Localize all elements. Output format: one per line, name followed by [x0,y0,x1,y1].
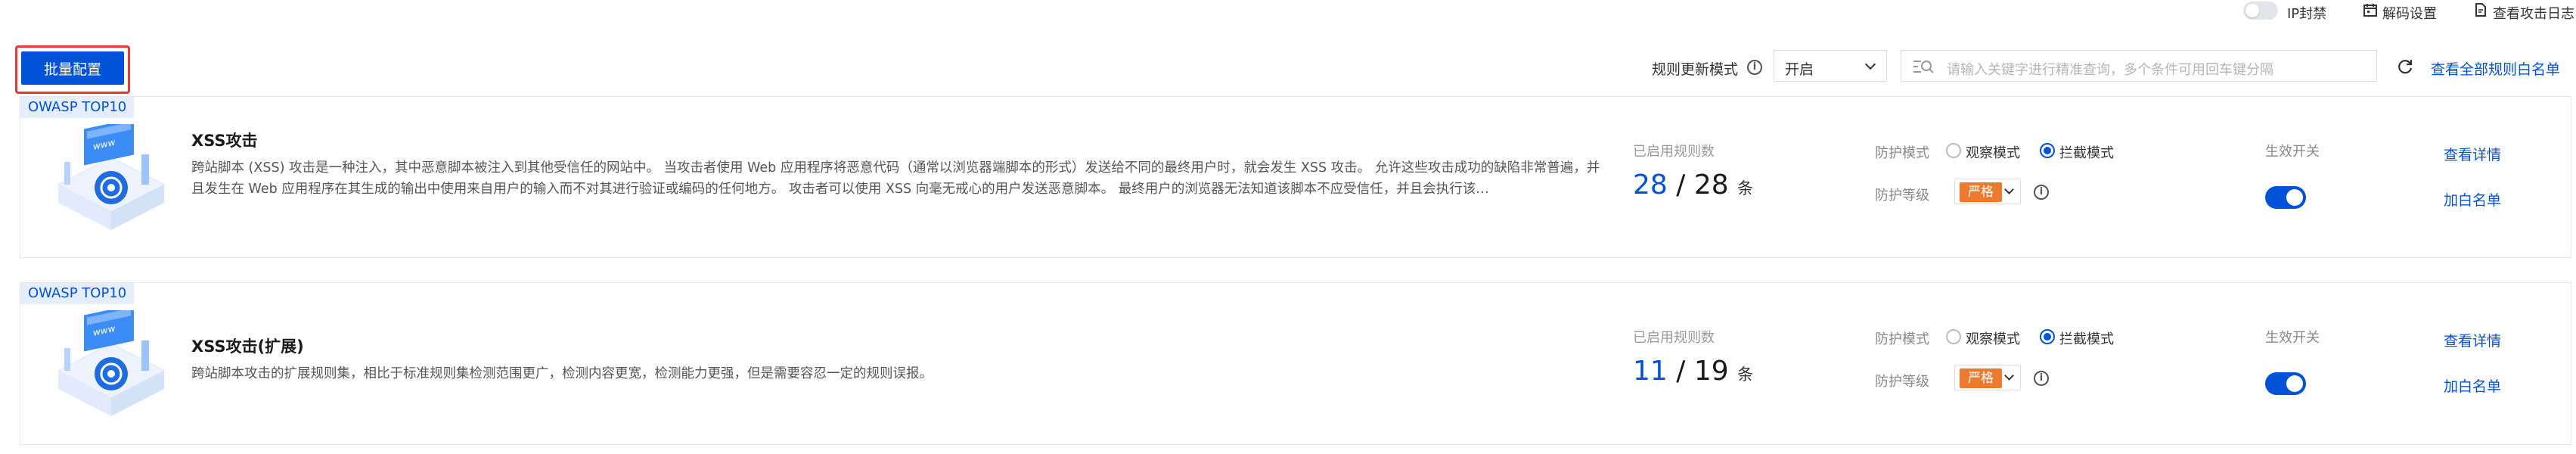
rule-card-xss: OWASP TOP10 www XSS攻击 跨站脚本 (XSS) 攻击是一种注入… [20,96,2571,258]
add-whitelist-link[interactable]: 加白名单 [2444,189,2501,210]
block-mode-radio[interactable] [2040,329,2055,344]
count-unit: 条 [1737,365,1754,384]
info-icon[interactable]: i [2034,371,2049,386]
view-details-link[interactable]: 查看详情 [2444,144,2501,164]
chevron-down-icon [2004,185,2014,194]
protect-level-select[interactable]: 严格 [1954,365,2021,390]
total-count: 19 [1693,356,1729,387]
block-mode-label[interactable]: 拦截模式 [2059,142,2114,162]
filter-search-icon [1913,61,1934,73]
enabled-rules-label: 已启用规则数 [1633,330,1715,346]
rule-update-mode-label: 规则更新模式 [1652,61,1739,78]
chevron-down-icon [1864,58,1876,70]
observe-mode-label[interactable]: 观察模式 [1966,328,2020,348]
add-whitelist-link[interactable]: 加白名单 [2444,375,2501,396]
observe-mode-label[interactable]: 观察模式 [1966,142,2020,162]
observe-mode-radio[interactable] [1946,143,1961,158]
protect-mode-label: 防护模式 [1875,331,1929,347]
rule-description: 跨站脚本攻击的扩展规则集，相比于标准规则集检测范围更广，检测内容更宽，检测能力更… [191,366,933,381]
protect-level-select[interactable]: 严格 [1954,179,2021,204]
search-input[interactable]: 请输入关键字进行精准查询，多个条件可用回车键分隔 [1901,50,2377,82]
log-document-icon[interactable] [2473,2,2488,17]
info-icon[interactable]: i [1747,60,1762,75]
rule-title: XSS攻击 [191,132,258,150]
observe-mode-radio[interactable] [1946,329,1961,344]
level-badge: 严格 [1960,182,2002,202]
switch-knob [2286,189,2303,206]
count-separator: / [1676,356,1686,387]
block-mode-radio[interactable] [2040,143,2055,158]
refresh-icon[interactable] [2396,58,2414,76]
owasp-tag: OWASP TOP10 [20,97,135,118]
rule-description: 跨站脚本 (XSS) 攻击是一种注入，其中恶意脚本被注入到其他受信任的网站中。 … [191,160,1600,197]
toggle-knob [2245,4,2259,17]
rule-title: XSS攻击(扩展) [191,337,304,356]
count-separator: / [1676,169,1686,201]
web-shield-illustration-icon: www [57,124,166,230]
effective-switch-label: 生效开关 [2265,330,2320,346]
enabled-rules-count: 28 / 28 条 [1633,169,1753,201]
total-count: 28 [1693,169,1729,201]
effective-switch[interactable] [2265,372,2306,395]
effective-switch-label: 生效开关 [2265,144,2320,160]
web-shield-illustration-icon: www [57,310,166,416]
view-details-link[interactable]: 查看详情 [2444,330,2501,350]
batch-config-button[interactable]: 批量配置 [21,51,124,85]
chevron-down-icon [2004,371,2014,381]
ip-ban-toggle[interactable] [2243,2,2278,20]
info-icon[interactable]: i [2034,185,2049,200]
effective-switch[interactable] [2265,186,2306,209]
count-unit: 条 [1737,179,1754,197]
rule-card-xss-extended: OWASP TOP10 www XSS攻击(扩展) 跨站脚本攻击的扩展规则集，相… [20,282,2571,445]
enabled-rules-count: 11 / 19 条 [1633,356,1753,387]
search-placeholder: 请输入关键字进行精准查询，多个条件可用回车键分隔 [1947,62,2273,78]
switch-knob [2286,375,2303,392]
owasp-tag: OWASP TOP10 [20,283,135,304]
level-badge: 严格 [1960,368,2002,388]
protect-level-label: 防护等级 [1875,374,1929,390]
view-all-whitelist-link[interactable]: 查看全部规则白名单 [2431,58,2560,79]
protect-mode-label: 防护模式 [1875,145,1929,161]
ip-ban-label: IP封禁 [2287,6,2327,22]
enabled-count: 11 [1633,356,1668,387]
protect-level-label: 防护等级 [1875,188,1929,204]
block-mode-label[interactable]: 拦截模式 [2059,328,2114,348]
enabled-rules-label: 已启用规则数 [1633,144,1715,160]
attack-log-link[interactable]: 查看攻击日志 [2493,3,2574,23]
enabled-count: 28 [1633,169,1668,201]
calendar-icon[interactable] [2363,2,2378,17]
rule-update-mode-value: 开启 [1785,61,1814,78]
decode-settings-link[interactable]: 解码设置 [2382,3,2437,23]
rule-update-mode-select[interactable]: 开启 [1774,50,1887,82]
